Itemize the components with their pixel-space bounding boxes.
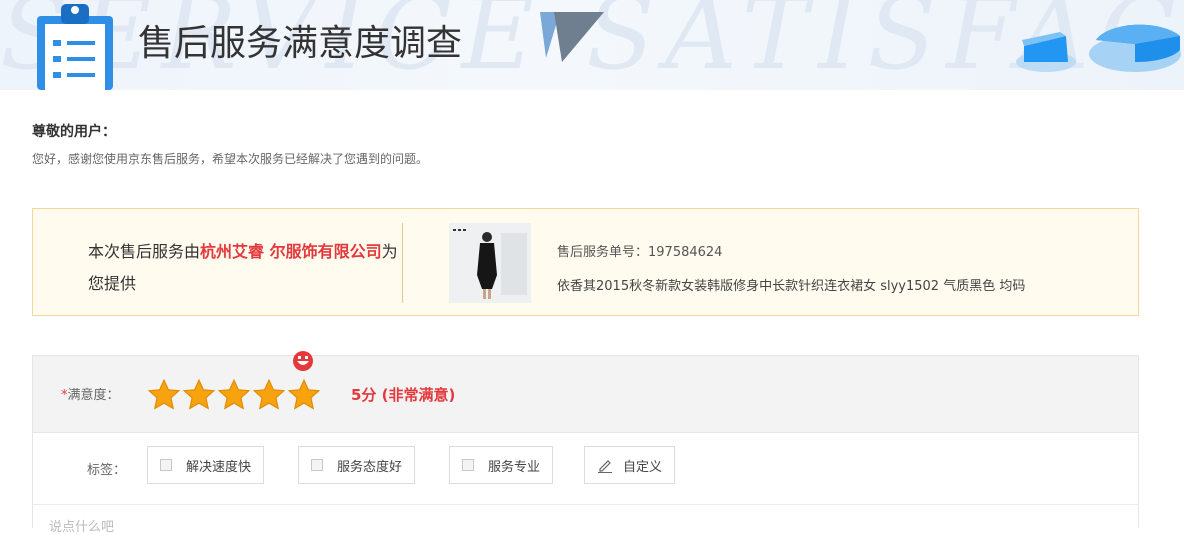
pencil-icon (598, 460, 612, 473)
tag-label: 服务态度好 (337, 459, 403, 475)
satisfaction-row: *满意度： 5分 (非常满意) (33, 351, 1138, 433)
happy-face-icon (293, 351, 313, 371)
decorative-triangle-icon (540, 12, 604, 62)
tag-professional[interactable]: 服务专业 (449, 446, 554, 484)
order-number: 197584624 (648, 245, 723, 260)
product-thumbnail[interactable] (449, 223, 531, 303)
tag-label: 服务专业 (488, 459, 541, 475)
header-banner: SERVICE SATISFACTION 售后服务满意度调查 (0, 0, 1184, 90)
score-text: 5分 (非常满意) (351, 386, 456, 404)
provider-info-box: 本次售后服务由杭州艾睿 尔服饰有限公司为您提供 售后服务单号：197584624… (32, 208, 1139, 316)
greeting-text: 您好，感谢您使用京东售后服务，希望本次服务已经解决了您遇到的问题。 (32, 152, 429, 166)
tags-label: 标签： (87, 463, 127, 478)
star-icon[interactable] (252, 378, 286, 412)
greeting-title: 尊敬的用户： (32, 124, 116, 140)
product-name[interactable]: 依香其2015秋冬新款女装韩版修身中长款针织连衣裙女 slyy1502 气质黑色… (557, 275, 1025, 294)
provider-company-link[interactable]: 杭州艾睿 尔服饰有限公司 (200, 242, 382, 261)
tags-row: 标签： 解决速度快 服务态度好 服务专业 自定义 (33, 432, 1138, 505)
checkbox-icon[interactable] (311, 459, 323, 471)
checkbox-icon[interactable] (160, 459, 172, 471)
rating-panel: *满意度： 5分 (非常满意) 标签： 解决速度快 服务态度好 服务专业 自定义… (32, 351, 1139, 535)
tag-custom-label: 自定义 (623, 459, 663, 475)
tag-custom-button[interactable]: 自定义 (584, 446, 676, 484)
comment-input[interactable]: 说点什么吧 (49, 516, 114, 535)
tag-label: 解决速度快 (186, 459, 252, 475)
checkbox-icon[interactable] (462, 459, 474, 471)
star-icon[interactable] (182, 378, 216, 412)
order-number-line: 售后服务单号：197584624 (557, 241, 722, 260)
star-icon[interactable] (287, 378, 321, 412)
pie-chart-icon (1016, 24, 1181, 72)
provider-statement: 本次售后服务由杭州艾睿 尔服饰有限公司为您提供 (88, 236, 406, 300)
provider-divider (402, 223, 403, 303)
page-title: 售后服务满意度调查 (138, 23, 463, 64)
star-icon[interactable] (217, 378, 251, 412)
satisfaction-label: *满意度： (61, 388, 120, 403)
tag-fast-resolution[interactable]: 解决速度快 (147, 446, 265, 484)
provider-prefix: 本次售后服务由 (88, 242, 201, 261)
star-icon[interactable] (147, 378, 181, 412)
product-image-icon (449, 223, 531, 303)
star-rating (147, 378, 321, 412)
tag-good-attitude[interactable]: 服务态度好 (298, 446, 416, 484)
clipboard-icon (37, 4, 113, 90)
order-number-label: 售后服务单号： (557, 245, 649, 260)
